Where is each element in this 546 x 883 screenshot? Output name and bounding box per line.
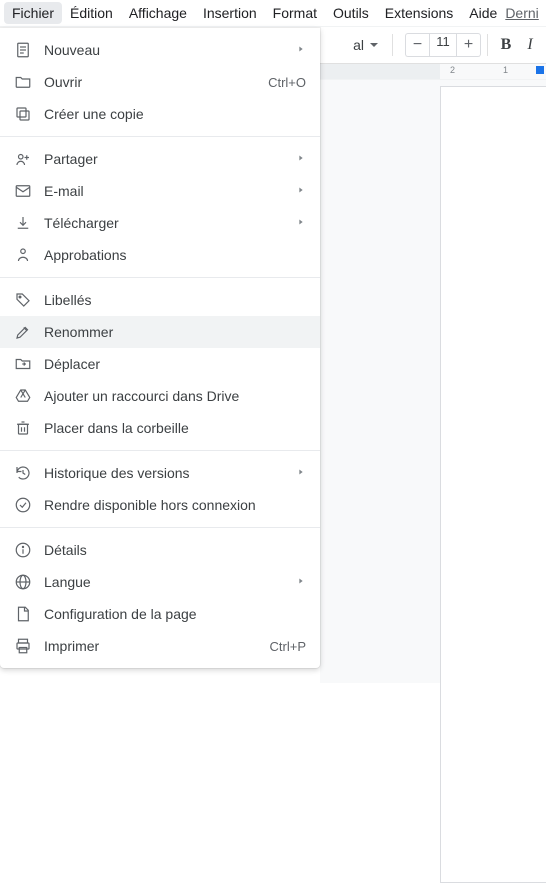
paragraph-style-label: al xyxy=(353,37,364,53)
menu-outils[interactable]: Outils xyxy=(325,2,377,24)
approve-icon xyxy=(14,246,32,264)
menu-item-label: Imprimer xyxy=(44,638,258,654)
file-menu-item[interactable]: Nouveau xyxy=(0,34,320,66)
menu-separator xyxy=(0,277,320,278)
file-menu-item[interactable]: Détails xyxy=(0,534,320,566)
menu-extensions[interactable]: Extensions xyxy=(377,2,461,24)
menu-item-label: Approbations xyxy=(44,247,306,263)
file-menu-item[interactable]: Créer une copie xyxy=(0,98,320,130)
menu-fichier[interactable]: Fichier xyxy=(4,2,62,24)
menu-item-label: Télécharger xyxy=(44,215,284,231)
doc-icon xyxy=(14,41,32,59)
move-icon xyxy=(14,355,32,373)
file-menu-item[interactable]: Déplacer xyxy=(0,348,320,380)
menu-item-label: Libellés xyxy=(44,292,306,308)
font-size-decrease-button[interactable]: − xyxy=(405,33,429,57)
menubar: Fichier Édition Affichage Insertion Form… xyxy=(0,0,546,26)
font-size-input[interactable]: 11 xyxy=(429,33,457,57)
file-menu-item[interactable]: Langue xyxy=(0,566,320,598)
menu-item-shortcut: Ctrl+P xyxy=(270,639,306,654)
history-icon xyxy=(14,464,32,482)
submenu-caret-icon xyxy=(296,467,306,480)
font-size-increase-button[interactable]: + xyxy=(457,33,481,57)
file-menu-item[interactable]: Imprimer Ctrl+P xyxy=(0,630,320,662)
tag-icon xyxy=(14,291,32,309)
rename-icon xyxy=(14,323,32,341)
mail-icon xyxy=(14,182,32,200)
menu-item-label: Rendre disponible hors connexion xyxy=(44,497,306,513)
menu-item-label: Renommer xyxy=(44,324,306,340)
ruler-tick: 1 xyxy=(503,65,508,75)
document-canvas[interactable] xyxy=(320,80,546,683)
submenu-caret-icon xyxy=(296,217,306,230)
drive-icon xyxy=(14,387,32,405)
file-menu-item[interactable]: Libellés xyxy=(0,284,320,316)
submenu-caret-icon xyxy=(296,576,306,589)
menu-item-shortcut: Ctrl+O xyxy=(268,75,306,90)
folder-icon xyxy=(14,73,32,91)
menu-item-label: Ouvrir xyxy=(44,74,256,90)
file-menu-item[interactable]: Rendre disponible hors connexion xyxy=(0,489,320,521)
copy-icon xyxy=(14,105,32,123)
share-icon xyxy=(14,150,32,168)
file-menu-item[interactable]: Approbations xyxy=(0,239,320,271)
file-menu-item[interactable]: Configuration de la page xyxy=(0,598,320,630)
menu-item-label: Configuration de la page xyxy=(44,606,306,622)
menu-item-label: Déplacer xyxy=(44,356,306,372)
file-menu-item[interactable]: Ajouter un raccourci dans Drive xyxy=(0,380,320,412)
info-icon xyxy=(14,541,32,559)
menu-item-label: Nouveau xyxy=(44,42,284,58)
menu-edition[interactable]: Édition xyxy=(62,2,121,24)
file-menu-item[interactable]: Placer dans la corbeille xyxy=(0,412,320,444)
menu-item-label: Créer une copie xyxy=(44,106,306,122)
file-menu-item[interactable]: Ouvrir Ctrl+O xyxy=(0,66,320,98)
menu-separator xyxy=(0,527,320,528)
toolbar-separator xyxy=(487,34,488,56)
trash-icon xyxy=(14,419,32,437)
page-icon xyxy=(14,605,32,623)
menu-item-label: Historique des versions xyxy=(44,465,284,481)
file-menu-item[interactable]: Historique des versions xyxy=(0,457,320,489)
submenu-caret-icon xyxy=(296,185,306,198)
download-icon xyxy=(14,214,32,232)
offline-icon xyxy=(14,496,32,514)
paragraph-style-select[interactable]: al xyxy=(345,33,386,57)
file-menu-dropdown: Nouveau Ouvrir Ctrl+O Créer une copie Partag… xyxy=(0,28,320,668)
menu-item-label: Partager xyxy=(44,151,284,167)
menu-item-label: Langue xyxy=(44,574,284,590)
tab-stop-marker[interactable] xyxy=(536,66,544,74)
file-menu-item[interactable]: E-mail xyxy=(0,175,320,207)
file-menu-item[interactable]: Renommer xyxy=(0,316,320,348)
ruler-tick: 2 xyxy=(450,65,455,75)
menu-affichage[interactable]: Affichage xyxy=(121,2,195,24)
toolbar-separator xyxy=(392,34,393,56)
submenu-caret-icon xyxy=(296,153,306,166)
menu-item-label: Ajouter un raccourci dans Drive xyxy=(44,388,306,404)
menu-separator xyxy=(0,136,320,137)
menu-item-label: Détails xyxy=(44,542,306,558)
menu-separator xyxy=(0,450,320,451)
file-menu-item[interactable]: Partager xyxy=(0,143,320,175)
bold-button[interactable]: B xyxy=(494,33,518,57)
italic-button[interactable]: I xyxy=(518,33,542,57)
print-icon xyxy=(14,637,32,655)
menu-item-label: Placer dans la corbeille xyxy=(44,420,306,436)
menu-aide[interactable]: Aide xyxy=(461,2,505,24)
menu-insertion[interactable]: Insertion xyxy=(195,2,265,24)
document-page[interactable] xyxy=(440,86,546,883)
globe-icon xyxy=(14,573,32,591)
chevron-down-icon xyxy=(370,43,378,47)
menu-format[interactable]: Format xyxy=(265,2,325,24)
file-menu-item[interactable]: Télécharger xyxy=(0,207,320,239)
last-modified-link[interactable]: Derni xyxy=(505,5,542,21)
submenu-caret-icon xyxy=(296,44,306,57)
menu-item-label: E-mail xyxy=(44,183,284,199)
